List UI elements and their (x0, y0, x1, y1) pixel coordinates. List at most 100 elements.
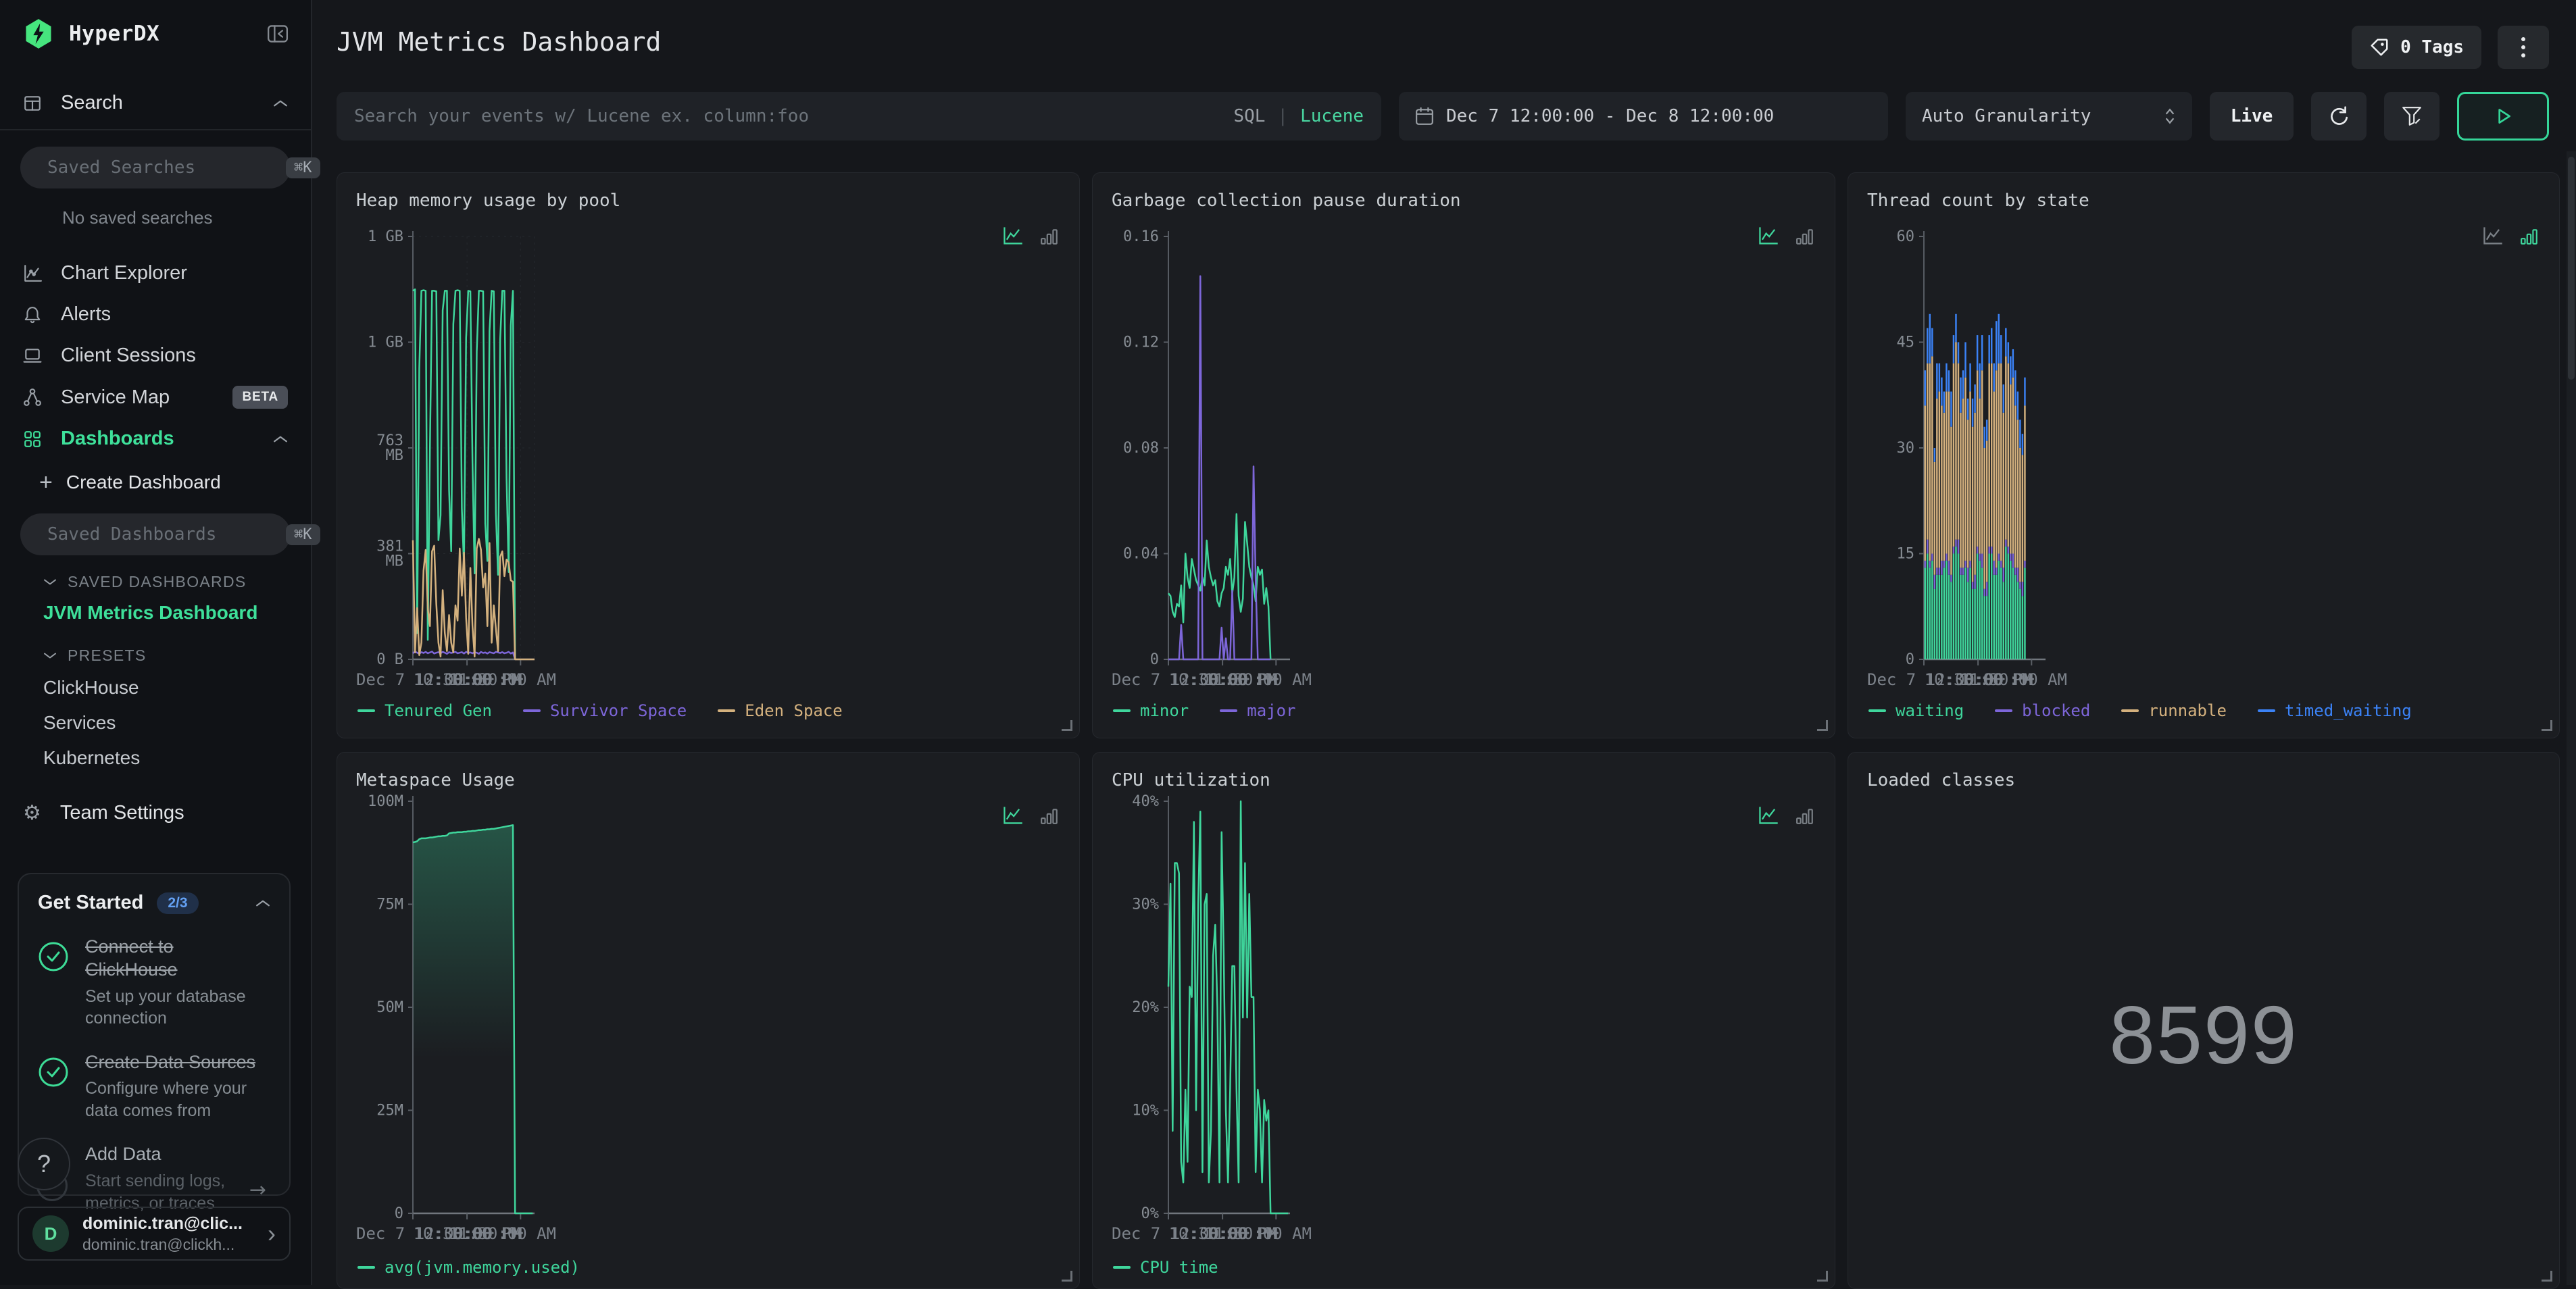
sidebar-item-clickhouse[interactable]: ClickHouse (0, 670, 311, 705)
line-chart-toggle-icon[interactable] (1002, 226, 1024, 246)
resize-handle[interactable] (1817, 1271, 1828, 1282)
svg-text:0: 0 (1150, 651, 1159, 668)
line-chart-toggle-icon[interactable] (2482, 226, 2504, 246)
svg-text:11:30:00 AM: 11:30:00 AM (449, 1224, 556, 1243)
legend-swatch (1995, 709, 2012, 712)
legend-item[interactable]: CPU time (1113, 1258, 1218, 1277)
svg-text:40%: 40% (1132, 793, 1159, 810)
chart-plot[interactable]: 100M75M50M25M0Dec 7 12:00:00 PM10:30:00 … (355, 792, 558, 1248)
legend-item[interactable]: major (1220, 701, 1295, 720)
sidebar-item-dashboards[interactable]: Dashboards (0, 418, 311, 459)
refresh-button[interactable] (2311, 92, 2367, 141)
get-started-step-add-data[interactable]: Add Data Start sending logs, metrics, or… (38, 1143, 270, 1214)
chart-legend: avg(jvm.memory.used) (357, 1258, 580, 1277)
legend-swatch (1868, 709, 1886, 712)
saved-searches-input[interactable]: ⌘K (20, 147, 291, 188)
page-title: JVM Metrics Dashboard (337, 27, 661, 57)
bar-chart-toggle-icon[interactable] (1795, 227, 1814, 246)
lucene-toggle[interactable]: Lucene (1300, 106, 1364, 126)
run-query-button[interactable] (2457, 92, 2549, 141)
saved-dashboards-section-header[interactable]: SAVED DASHBOARDS (0, 555, 311, 597)
sidebar-item-kubernetes[interactable]: Kubernetes (0, 740, 311, 776)
user-menu[interactable]: D dominic.tran@clic... dominic.tran@clic… (18, 1207, 291, 1261)
bar-chart-toggle-icon[interactable] (1040, 227, 1059, 246)
svg-text:75M: 75M (376, 896, 403, 913)
resize-handle[interactable] (2542, 720, 2552, 731)
line-chart-toggle-icon[interactable] (1758, 805, 1779, 826)
svg-text:15: 15 (1897, 546, 1915, 563)
resize-handle[interactable] (1062, 1271, 1072, 1282)
granularity-select[interactable]: Auto Granularity (1906, 92, 2192, 141)
svg-text:20%: 20% (1132, 999, 1159, 1016)
chart-plot[interactable]: 1 GB1 GB763MB381MB0 BDec 7 12:00:00 PM10… (355, 227, 558, 693)
legend-swatch (357, 1266, 375, 1269)
saved-dashboards-field[interactable] (47, 524, 275, 545)
panel-loaded-classes: Loaded classes 8599 (1848, 752, 2560, 1289)
vertical-scrollbar[interactable] (2567, 151, 2576, 1285)
app-title: HyperDX (69, 22, 159, 46)
create-dashboard-button[interactable]: + Create Dashboard (0, 459, 311, 497)
legend-item[interactable]: Tenured Gen (357, 701, 492, 720)
calendar-icon (1415, 107, 1434, 126)
legend-swatch (2121, 709, 2139, 712)
beta-badge: BETA (232, 386, 288, 409)
sidebar-item-services[interactable]: Services (0, 705, 311, 740)
legend-item[interactable]: timed_waiting (2258, 701, 2412, 720)
resize-handle[interactable] (1817, 720, 1828, 731)
bar-chart-toggle-icon[interactable] (1040, 807, 1059, 826)
resize-handle[interactable] (1062, 720, 1072, 731)
chart-explorer-icon (23, 264, 42, 283)
sql-toggle[interactable]: SQL (1233, 106, 1265, 126)
collapse-sidebar-icon[interactable] (268, 25, 288, 43)
chart-plot[interactable]: 0.160.120.080.040Dec 7 12:00:00 PM10:30:… (1110, 227, 1313, 693)
chart-plot[interactable]: 604530150Dec 7 12:00:00 PM10:30:00 PM11:… (1866, 227, 2069, 693)
gear-icon: ⚙ (23, 801, 41, 825)
sidebar-item-client-sessions[interactable]: Client Sessions (0, 335, 311, 376)
presets-section-header[interactable]: PRESETS (0, 629, 311, 670)
legend-item[interactable]: minor (1113, 701, 1189, 720)
legend-item[interactable]: avg(jvm.memory.used) (357, 1258, 580, 1277)
svg-text:0: 0 (395, 1205, 403, 1222)
legend-swatch (1113, 709, 1131, 712)
legend-item[interactable]: runnable (2121, 701, 2227, 720)
svg-text:60: 60 (1897, 228, 1915, 245)
arrow-right-icon: → (249, 1178, 266, 1202)
resize-handle[interactable] (2542, 1271, 2552, 1282)
sidebar-item-chart-explorer[interactable]: Chart Explorer (0, 253, 311, 294)
chevron-up-icon[interactable] (273, 99, 288, 107)
bar-chart-toggle-icon[interactable] (2520, 227, 2539, 246)
event-search-box[interactable]: SQL | Lucene (337, 92, 1381, 141)
hyperdx-logo-icon (23, 18, 54, 50)
event-search-input[interactable] (354, 106, 1220, 126)
get-started-step-sources[interactable]: Create Data Sources Configure where your… (38, 1051, 270, 1122)
filter-button[interactable] (2384, 92, 2439, 141)
get-started-step-connect[interactable]: Connect to ClickHouse Set up your databa… (38, 936, 270, 1030)
sidebar-item-team-settings[interactable]: ⚙ Team Settings (0, 785, 311, 841)
chevron-up-icon[interactable] (273, 435, 288, 443)
sidebar-item-search[interactable]: Search (0, 81, 311, 130)
sidebar-item-service-map[interactable]: Service Map BETA (0, 376, 311, 418)
legend-item[interactable]: blocked (1995, 701, 2090, 720)
legend-item[interactable]: Eden Space (718, 701, 843, 720)
tags-button[interactable]: 0 Tags (2352, 26, 2481, 69)
sidebar-item-alerts[interactable]: Alerts (0, 294, 311, 335)
chevron-up-icon[interactable] (255, 899, 270, 907)
help-button[interactable]: ? (18, 1138, 70, 1190)
scrollbar-thumb[interactable] (2568, 157, 2575, 380)
line-chart-toggle-icon[interactable] (1758, 226, 1779, 246)
chart-plot[interactable]: 40%30%20%10%0%Dec 7 12:00:00 PM10:30:00 … (1110, 792, 1313, 1248)
saved-dashboards-input[interactable]: ⌘K (20, 513, 291, 555)
date-range-picker[interactable]: Dec 7 12:00:00 - Dec 8 12:00:00 (1399, 92, 1888, 141)
sidebar-item-jvm-metrics-dashboard[interactable]: JVM Metrics Dashboard (0, 597, 311, 629)
live-button[interactable]: Live (2210, 92, 2294, 141)
svg-text:11:30:00 AM: 11:30:00 AM (1204, 1224, 1312, 1243)
svg-text:10%: 10% (1132, 1103, 1159, 1119)
legend-item[interactable]: waiting (1868, 701, 1964, 720)
saved-searches-field[interactable] (47, 157, 275, 178)
svg-text:25M: 25M (376, 1103, 403, 1119)
svg-text:30%: 30% (1132, 896, 1159, 913)
line-chart-toggle-icon[interactable] (1002, 805, 1024, 826)
legend-item[interactable]: Survivor Space (523, 701, 687, 720)
more-options-button[interactable] (2498, 26, 2549, 69)
bar-chart-toggle-icon[interactable] (1795, 807, 1814, 826)
